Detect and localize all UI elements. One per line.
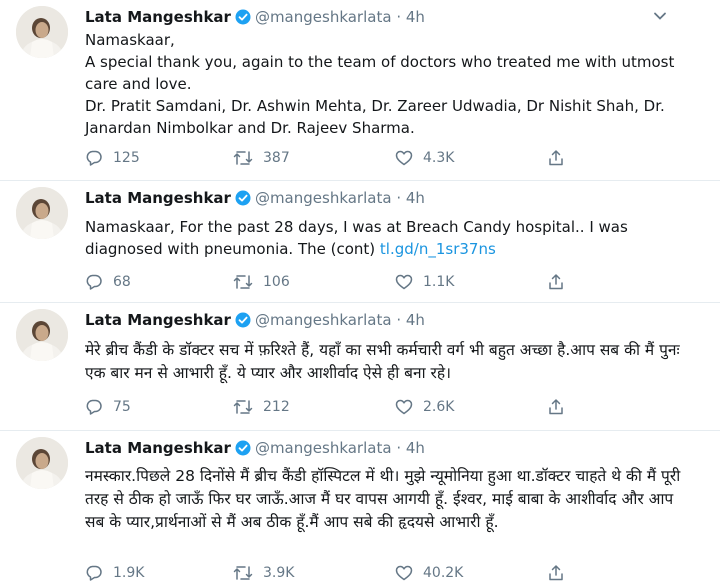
tweet-header: Lata Mangeshkar @mangeshkarlata · 4h — [85, 6, 680, 28]
reply-button[interactable]: 68 — [85, 271, 131, 293]
tweet-3[interactable]: Lata Mangeshkar @mangeshkarlata · 4h मेरे… — [0, 303, 720, 431]
tweet-text-line: Namaskaar, — [85, 31, 175, 49]
share-icon — [549, 150, 563, 166]
tweet-text: Namaskaar, A special thank you, again to… — [85, 29, 688, 139]
like-button[interactable]: 40.2K — [395, 562, 463, 582]
like-button[interactable]: 1.1K — [395, 271, 454, 293]
tweet-text-line: A special thank you, again to the team o… — [85, 53, 675, 93]
share-button[interactable] — [547, 147, 575, 169]
author-name[interactable]: Lata Mangeshkar — [85, 189, 231, 207]
retweet-button[interactable]: 3.9K — [233, 562, 294, 582]
author-name[interactable]: Lata Mangeshkar — [85, 439, 231, 457]
share-icon — [549, 565, 563, 581]
tweet-text-body: Namaskaar, For the past 28 days, I was a… — [85, 218, 628, 258]
tweet-text: नमस्कार.पिछले 28 दिनोंसे मैं ब्रीच कैंडी… — [85, 465, 688, 534]
like-count: 2.6K — [423, 399, 455, 415]
retweet-icon — [233, 400, 253, 414]
chevron-down-icon[interactable] — [652, 8, 668, 24]
tweet-header: Lata Mangeshkar @mangeshkarlata · 4h — [85, 187, 680, 209]
retweet-icon — [233, 275, 253, 289]
tweet-4[interactable]: Lata Mangeshkar @mangeshkarlata · 4h नमस्… — [0, 431, 720, 582]
tweet-link[interactable]: tl.gd/n_1sr37ns — [380, 240, 496, 258]
tweet-2[interactable]: Lata Mangeshkar @mangeshkarlata · 4h Nama… — [0, 181, 720, 303]
verified-badge-icon — [235, 190, 251, 212]
tweet-text: Namaskaar, For the past 28 days, I was a… — [85, 216, 688, 260]
heart-icon — [395, 274, 413, 290]
separator-dot: · — [396, 189, 402, 207]
reply-button[interactable]: 1.9K — [85, 562, 144, 582]
heart-icon — [395, 150, 413, 166]
author-name[interactable]: Lata Mangeshkar — [85, 8, 231, 26]
like-count: 1.1K — [423, 274, 455, 290]
tweet-text-line: Dr. Pratit Samdani, Dr. Ashwin Mehta, Dr… — [85, 97, 665, 137]
tweet-header: Lata Mangeshkar @mangeshkarlata · 4h — [85, 309, 680, 331]
reply-icon — [86, 399, 102, 415]
timestamp[interactable]: 4h — [406, 439, 425, 457]
separator-dot: · — [396, 8, 402, 26]
author-handle[interactable]: @mangeshkarlata — [255, 311, 392, 329]
tweet-actions: 68 106 1.1K — [85, 271, 605, 293]
author-handle[interactable]: @mangeshkarlata — [255, 439, 392, 457]
tweet-actions: 125 387 4.3K — [85, 147, 605, 169]
author-handle[interactable]: @mangeshkarlata — [255, 8, 392, 26]
avatar[interactable] — [16, 309, 68, 361]
retweet-button[interactable]: 106 — [233, 271, 290, 293]
retweet-count: 387 — [263, 150, 290, 166]
avatar[interactable] — [16, 437, 68, 489]
tweet-header: Lata Mangeshkar @mangeshkarlata · 4h — [85, 437, 680, 459]
like-button[interactable]: 4.3K — [395, 147, 454, 169]
share-button[interactable] — [547, 562, 575, 582]
reply-count: 125 — [113, 150, 140, 166]
retweet-count: 212 — [263, 399, 290, 415]
verified-badge-icon — [235, 9, 251, 31]
avatar[interactable] — [16, 6, 68, 58]
tweet-text-body: नमस्कार.पिछले 28 दिनोंसे मैं ब्रीच कैंडी… — [85, 467, 681, 531]
verified-badge-icon — [235, 440, 251, 462]
like-button[interactable]: 2.6K — [395, 396, 454, 418]
reply-icon — [86, 150, 102, 166]
heart-icon — [395, 565, 413, 581]
retweet-count: 3.9K — [263, 565, 295, 581]
share-icon — [549, 399, 563, 415]
heart-icon — [395, 399, 413, 415]
tweet-text: मेरे ब्रीच कैंडी के डॉक्टर सच में फ़रिश्… — [85, 339, 688, 385]
retweet-count: 106 — [263, 274, 290, 290]
reply-icon — [86, 565, 102, 581]
separator-dot: · — [396, 311, 402, 329]
retweet-icon — [233, 566, 253, 580]
like-count: 40.2K — [423, 565, 464, 581]
author-name[interactable]: Lata Mangeshkar — [85, 311, 231, 329]
reply-icon — [86, 274, 102, 290]
share-button[interactable] — [547, 271, 575, 293]
verified-badge-icon — [235, 312, 251, 334]
reply-button[interactable]: 125 — [85, 147, 140, 169]
avatar[interactable] — [16, 187, 68, 239]
reply-count: 1.9K — [113, 565, 145, 581]
share-icon — [549, 274, 563, 290]
author-handle[interactable]: @mangeshkarlata — [255, 189, 392, 207]
timestamp[interactable]: 4h — [406, 8, 425, 26]
like-count: 4.3K — [423, 150, 455, 166]
reply-count: 68 — [113, 274, 131, 290]
reply-count: 75 — [113, 399, 131, 415]
retweet-button[interactable]: 387 — [233, 147, 290, 169]
separator-dot: · — [396, 439, 402, 457]
reply-button[interactable]: 75 — [85, 396, 131, 418]
tweet-actions: 1.9K 3.9K 40.2K — [85, 562, 605, 582]
timestamp[interactable]: 4h — [406, 311, 425, 329]
share-button[interactable] — [547, 396, 575, 418]
timestamp[interactable]: 4h — [406, 189, 425, 207]
tweet-actions: 75 212 2.6K — [85, 396, 605, 418]
tweet-feed: Lata Mangeshkar @mangeshkarlata · 4h Nama… — [0, 0, 720, 582]
tweet-text-body: मेरे ब्रीच कैंडी के डॉक्टर सच में फ़रिश्… — [85, 341, 680, 382]
retweet-button[interactable]: 212 — [233, 396, 290, 418]
retweet-icon — [233, 151, 253, 165]
tweet-1[interactable]: Lata Mangeshkar @mangeshkarlata · 4h Nama… — [0, 0, 720, 181]
